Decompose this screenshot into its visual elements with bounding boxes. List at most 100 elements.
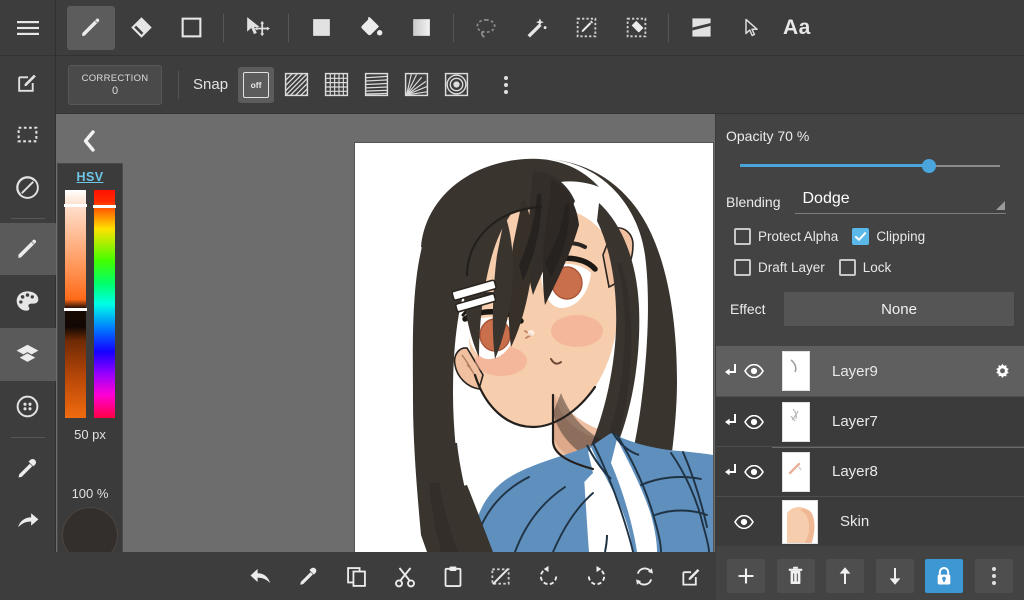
menu-button[interactable] xyxy=(0,0,56,56)
layer-settings-button[interactable] xyxy=(980,363,1024,380)
clipping-indicator-icon[interactable] xyxy=(724,363,739,380)
rotate-right-button[interactable] xyxy=(576,556,616,596)
opacity-slider[interactable] xyxy=(740,158,1010,174)
clipping-indicator-icon[interactable] xyxy=(724,413,739,430)
magic-wand-tool[interactable] xyxy=(512,6,560,50)
lock-layer-button[interactable] xyxy=(925,559,964,593)
undo-arrow-icon xyxy=(249,565,273,587)
clipping-checkbox[interactable]: Clipping xyxy=(852,228,925,245)
drawing-canvas[interactable] xyxy=(355,143,713,552)
rotate-left-button[interactable] xyxy=(528,556,568,596)
snap-radial-icon xyxy=(403,71,430,98)
snap-more-button[interactable] xyxy=(488,67,524,103)
layer-thumbnail-cell[interactable] xyxy=(772,346,820,396)
add-layer-button[interactable] xyxy=(727,559,766,593)
selection-eraser-tool[interactable] xyxy=(612,6,660,50)
sidebar-item-rotate[interactable] xyxy=(0,161,56,214)
blending-mode-select[interactable]: Dodge xyxy=(794,190,1006,214)
canvas-workspace[interactable] xyxy=(56,114,715,552)
checkbox-row-1: Protect Alpha Clipping xyxy=(734,228,1014,245)
paste-button[interactable] xyxy=(433,556,473,596)
text-tool[interactable]: Aa xyxy=(777,6,817,50)
checkbox-box xyxy=(734,228,751,245)
pointer-tool[interactable] xyxy=(727,6,775,50)
cut-button[interactable] xyxy=(385,556,425,596)
gradient-square-icon xyxy=(410,16,433,39)
delete-layer-button[interactable] xyxy=(776,559,815,593)
undo-button[interactable] xyxy=(241,556,281,596)
color-mode-toggle[interactable]: HSV xyxy=(77,170,104,184)
gradient-tool[interactable] xyxy=(397,6,445,50)
transform-tool[interactable] xyxy=(232,6,280,50)
eye-icon[interactable] xyxy=(734,514,754,529)
sidebar-item-palette[interactable] xyxy=(0,275,56,328)
eyedropper-icon xyxy=(15,456,40,481)
protect-alpha-checkbox[interactable]: Protect Alpha xyxy=(734,228,838,245)
hue-bar[interactable] xyxy=(93,190,116,418)
brush-size-value[interactable]: 50 px xyxy=(74,427,106,442)
deselect-button[interactable] xyxy=(480,556,520,596)
hue-marker[interactable] xyxy=(93,205,116,208)
snap-parallel[interactable] xyxy=(278,67,314,103)
snap-horizontal[interactable] xyxy=(358,67,394,103)
layer-name[interactable]: Layer7 xyxy=(820,413,980,430)
lock-icon xyxy=(934,566,954,587)
sidebar-item-layers[interactable] xyxy=(0,328,56,381)
saturation-value-bar[interactable] xyxy=(64,190,87,418)
edit-square-icon xyxy=(15,70,40,95)
sidebar-item-brush[interactable] xyxy=(0,222,56,276)
snap-off[interactable]: off xyxy=(238,66,275,103)
sidebar-item-redo[interactable] xyxy=(0,495,56,548)
layer-thumbnail-cell[interactable] xyxy=(772,447,820,496)
snap-circle[interactable] xyxy=(438,67,474,103)
transform-button[interactable] xyxy=(672,556,712,596)
copy-button[interactable] xyxy=(337,556,377,596)
collapse-panel-button[interactable] xyxy=(72,124,106,158)
layers-list[interactable]: Layer9 Layer7 Layer8 Skin xyxy=(716,346,1024,552)
shape-tool[interactable] xyxy=(167,6,215,50)
canvas-tool[interactable] xyxy=(677,6,725,50)
layer-thumbnail-cell[interactable] xyxy=(772,397,820,446)
sv-marker-bottom[interactable] xyxy=(64,308,87,311)
eye-icon[interactable] xyxy=(744,464,764,479)
sidebar-item-edit[interactable] xyxy=(0,56,56,109)
eraser-tool[interactable] xyxy=(117,6,165,50)
lock-checkbox[interactable]: Lock xyxy=(838,259,891,276)
layer-thumbnail-cell[interactable] xyxy=(772,497,828,546)
snap-grid[interactable] xyxy=(318,67,354,103)
slider-knob[interactable] xyxy=(922,159,936,173)
layer-name[interactable]: Layer8 xyxy=(820,463,980,480)
sv-marker-top[interactable] xyxy=(64,204,87,207)
table-row[interactable]: Skin xyxy=(716,496,1024,546)
fill-solid-tool[interactable] xyxy=(297,6,345,50)
eye-icon[interactable] xyxy=(744,364,764,378)
brush-tool[interactable] xyxy=(67,5,115,50)
lasso-select-tool[interactable] xyxy=(462,6,510,50)
sidebar-item-eyedropper[interactable] xyxy=(0,442,56,495)
clipping-indicator-icon[interactable] xyxy=(724,463,739,480)
clipping-label: Clipping xyxy=(876,229,926,244)
bottom-left-spacer xyxy=(0,552,237,600)
move-layer-down-button[interactable] xyxy=(875,559,914,593)
draft-layer-checkbox[interactable]: Draft Layer xyxy=(734,259,825,276)
eyedropper-button[interactable] xyxy=(289,556,329,596)
sidebar-item-materials[interactable] xyxy=(0,381,56,434)
sidebar-item-select[interactable] xyxy=(0,109,56,162)
flip-button[interactable] xyxy=(624,556,664,596)
layer-more-button[interactable] xyxy=(974,559,1013,593)
eye-icon[interactable] xyxy=(744,414,764,429)
snap-radial[interactable] xyxy=(398,67,434,103)
move-layer-up-button[interactable] xyxy=(826,559,865,593)
layer-name[interactable]: Layer9 xyxy=(820,363,980,380)
slider-fill xyxy=(740,164,929,167)
effect-select-button[interactable]: None xyxy=(784,292,1014,326)
layer-name[interactable]: Skin xyxy=(828,513,980,530)
correction-button[interactable]: CORRECTION 0 xyxy=(68,64,162,105)
table-row[interactable]: Layer7 xyxy=(716,396,1024,446)
table-row[interactable]: Layer8 xyxy=(716,446,1024,496)
eraser-icon xyxy=(129,15,154,40)
bucket-tool[interactable] xyxy=(347,6,395,50)
table-row[interactable]: Layer9 xyxy=(716,346,1024,396)
brush-opacity-value[interactable]: 100 % xyxy=(72,486,109,501)
selection-brush-tool[interactable] xyxy=(562,6,610,50)
